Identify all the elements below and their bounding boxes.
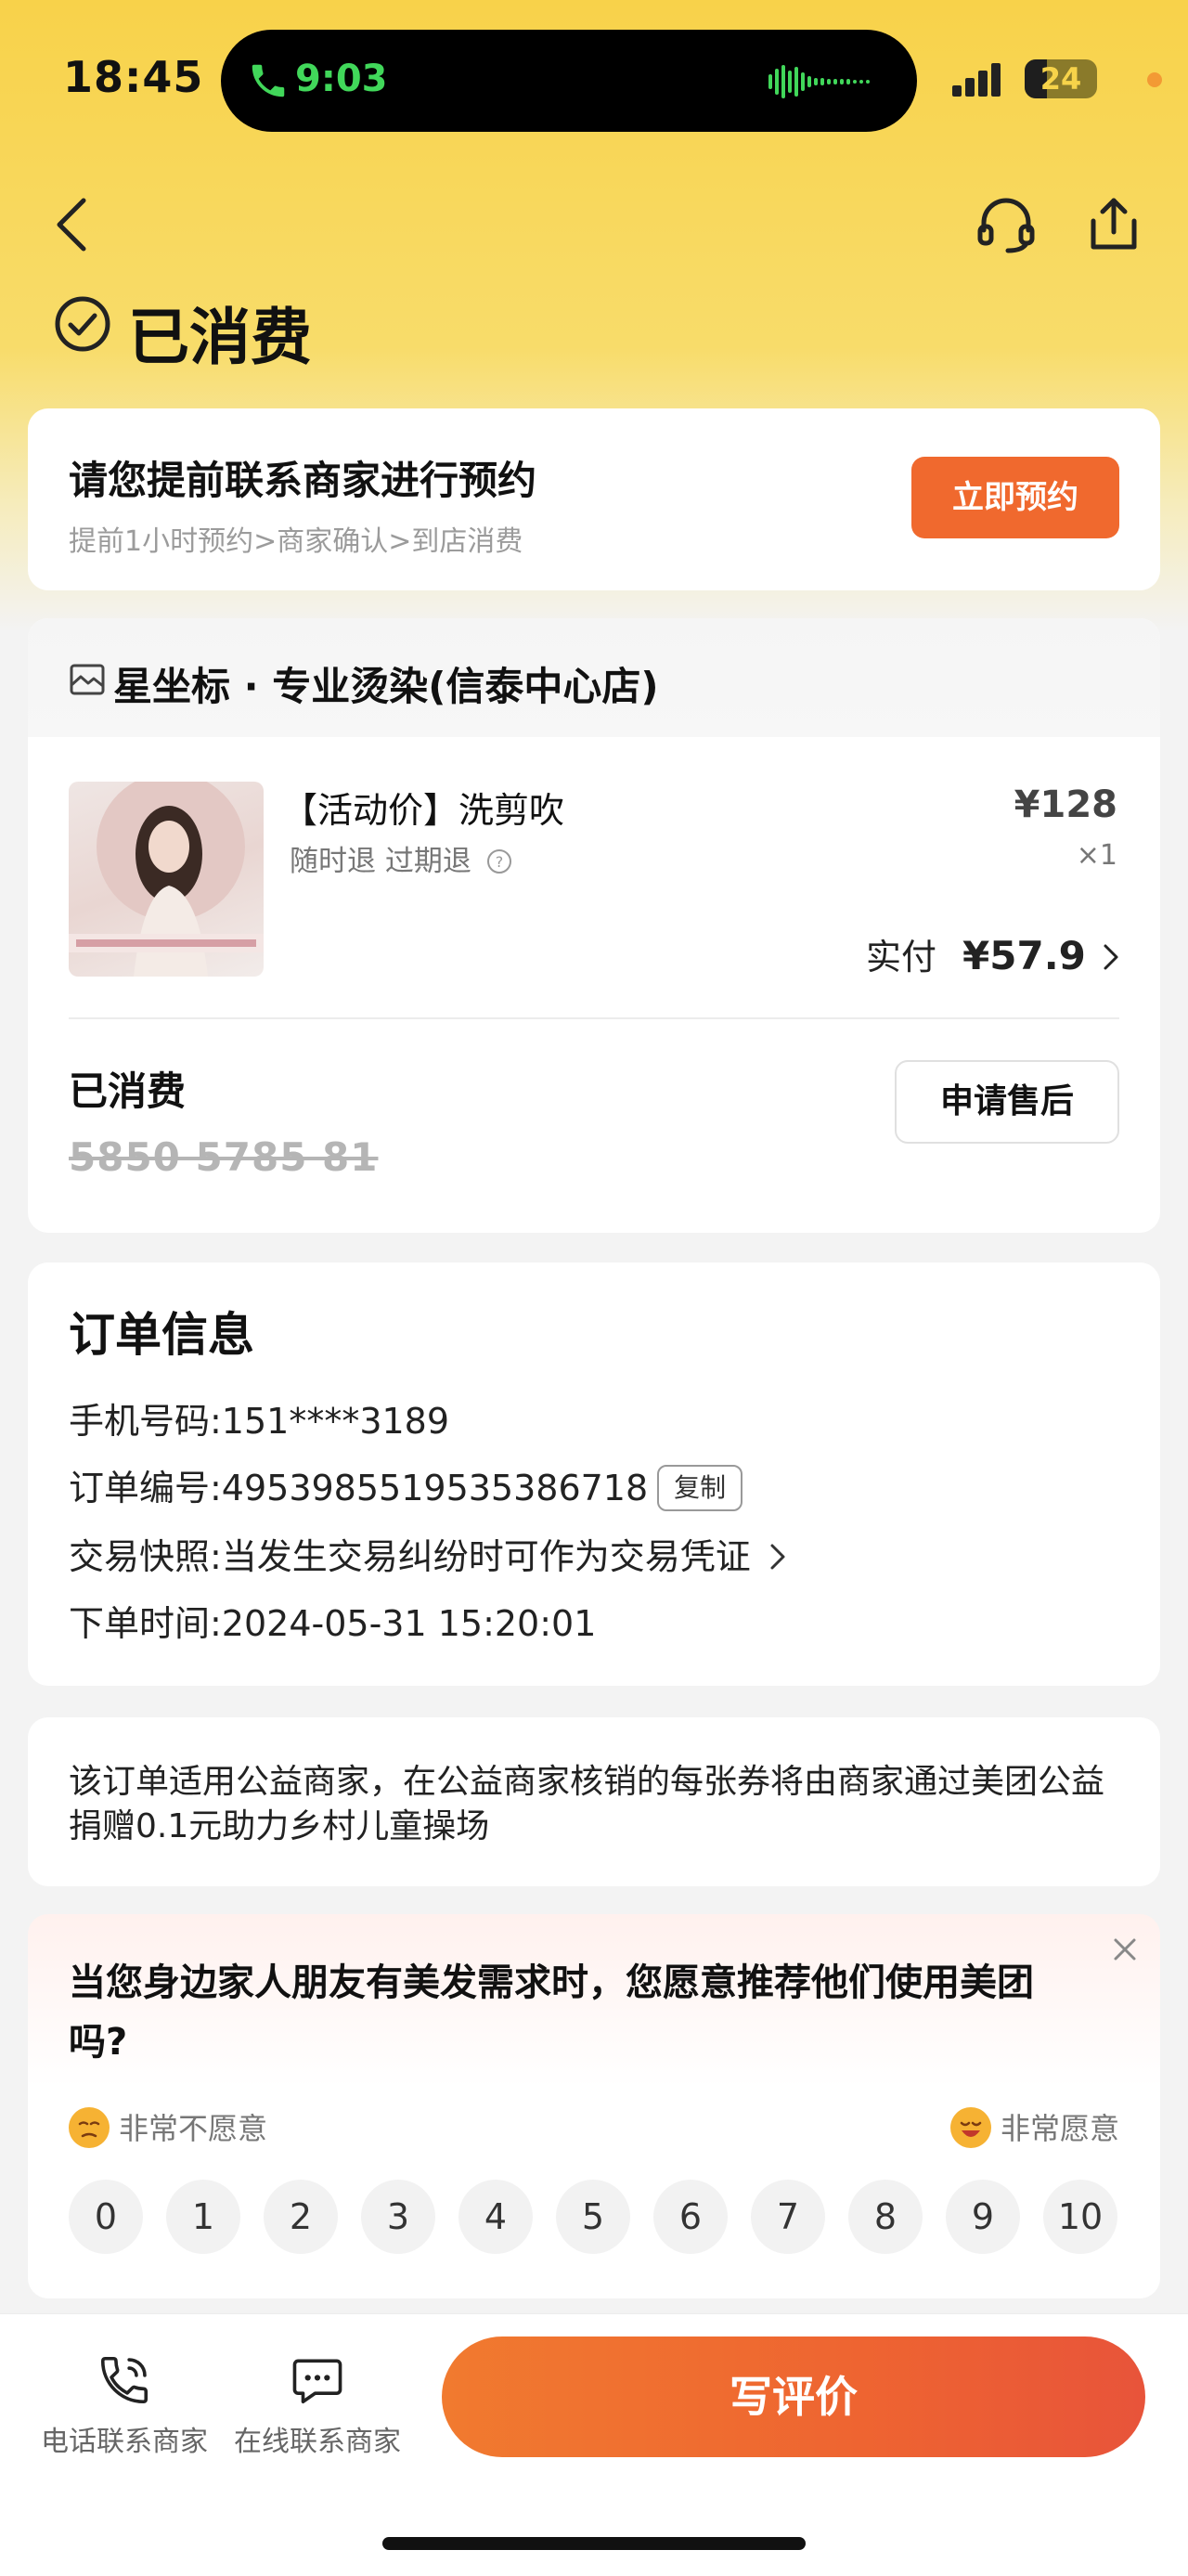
after-sale-button[interactable]: 申请售后	[895, 1060, 1119, 1144]
product-image[interactable]	[69, 782, 264, 977]
phone-icon	[100, 2356, 148, 2404]
bottom-action-bar: 电话联系商家 在线联系商家 写评价	[0, 2313, 1188, 2576]
phone-call-icon	[252, 64, 285, 97]
voucher-code: 5850 5785 81	[69, 1134, 379, 1180]
dynamic-island[interactable]: 9:03	[221, 30, 917, 132]
divider	[69, 1017, 1119, 1019]
headset-icon[interactable]	[976, 197, 1036, 254]
chevron-right-icon	[770, 1544, 785, 1570]
svg-text:?: ?	[495, 853, 503, 871]
product-card: 星坐标 · 专业烫染(信泰中心店) 【活动价】洗剪吹 随时退 过期退 ? ¥12…	[28, 618, 1160, 1233]
phone-contact-button[interactable]: 电话联系商家	[22, 2351, 226, 2459]
survey-high-label: 非常愿意	[949, 2105, 1119, 2148]
score-option[interactable]: 9	[946, 2180, 1020, 2254]
score-option[interactable]: 1	[166, 2180, 240, 2254]
shop-name[interactable]: 星坐标 · 专业烫染(信泰中心店)	[113, 655, 659, 712]
online-contact-button[interactable]: 在线联系商家	[215, 2351, 420, 2459]
battery-level: 24	[1040, 61, 1082, 97]
refund-tags: 随时退 过期退 ?	[290, 837, 512, 879]
back-icon[interactable]	[52, 195, 93, 254]
order-time: 下单时间:2024-05-31 15:20:01	[69, 1603, 597, 1644]
info-icon[interactable]: ?	[486, 848, 512, 874]
happy-emoji-icon	[949, 2107, 991, 2148]
paid-amount-row[interactable]: 实付 ¥57.9	[866, 928, 1119, 979]
charity-card: 该订单适用公益商家，在公益商家核销的每张券将由商家通过美团公益捐赠0.1元助力乡…	[28, 1717, 1160, 1886]
chevron-right-icon	[1104, 944, 1118, 970]
book-now-button[interactable]: 立即预约	[911, 457, 1119, 538]
score-option[interactable]: 8	[848, 2180, 923, 2254]
score-option[interactable]: 4	[458, 2180, 533, 2254]
status-time: 18:45	[63, 52, 204, 102]
product-quantity: ×1	[1076, 839, 1117, 872]
online-contact-label: 在线联系商家	[234, 2426, 401, 2458]
booking-card: 请您提前联系商家进行预约 提前1小时预约>商家确认>到店消费 立即预约	[28, 408, 1160, 590]
score-option[interactable]: 5	[556, 2180, 630, 2254]
model-portrait-image	[69, 782, 264, 977]
share-icon[interactable]	[1088, 195, 1140, 252]
phone-contact-label: 电话联系商家	[41, 2426, 208, 2458]
call-duration: 9:03	[295, 58, 388, 100]
product-name[interactable]: 【活动价】洗剪吹	[282, 782, 564, 833]
order-info-card: 订单信息 手机号码:151****3189 订单编号:4953985519535…	[28, 1262, 1160, 1686]
score-option[interactable]: 10	[1043, 2180, 1117, 2254]
survey-question: 当您身边家人朋友有美发需求时，您愿意推荐他们使用美团吗?	[69, 1961, 1034, 2064]
score-option[interactable]: 3	[361, 2180, 435, 2254]
check-circle-icon	[55, 296, 110, 352]
charity-text: 该订单适用公益商家，在公益商家核销的每张券将由商家通过美团公益捐赠0.1元助力乡…	[69, 1763, 1105, 1845]
score-option[interactable]: 6	[653, 2180, 728, 2254]
shop-icon	[70, 664, 105, 695]
score-options: 0 1 2 3 4 5 6 7 8 9 10	[69, 2180, 1117, 2254]
paid-label: 实付	[865, 937, 936, 977]
battery-icon: 24	[1025, 59, 1097, 98]
survey-low-text: 非常不愿意	[119, 2111, 268, 2146]
audio-wave-icon	[768, 65, 870, 98]
score-option[interactable]: 0	[69, 2180, 143, 2254]
score-option[interactable]: 7	[751, 2180, 825, 2254]
order-number: 订单编号:4953985519535386718	[69, 1468, 649, 1508]
chat-bubble-icon	[292, 2359, 342, 2404]
signal-icon	[952, 63, 1001, 97]
paid-amount: ¥57.9	[962, 933, 1086, 978]
booking-title: 请您提前联系商家进行预约	[69, 458, 537, 503]
page-title: 已消费	[128, 302, 312, 373]
product-price: ¥128	[1014, 783, 1117, 826]
score-option[interactable]: 2	[264, 2180, 338, 2254]
survey-card: 当您身边家人朋友有美发需求时，您愿意推荐他们使用美团吗? 非常不愿意 非常愿意 …	[28, 1914, 1160, 2298]
order-snapshot-row[interactable]: 交易快照:当发生交易纠纷时可作为交易凭证	[69, 1528, 786, 1579]
unhappy-emoji-icon	[69, 2107, 110, 2148]
refund-tags-text: 随时退 过期退	[290, 845, 471, 878]
order-phone: 手机号码:151****3189	[69, 1401, 450, 1442]
order-snapshot: 交易快照:当发生交易纠纷时可作为交易凭证	[69, 1536, 751, 1577]
booking-steps: 提前1小时预约>商家确认>到店消费	[69, 525, 523, 558]
survey-low-label: 非常不愿意	[69, 2105, 267, 2148]
survey-high-text: 非常愿意	[1000, 2111, 1119, 2146]
voucher-status: 已消费	[69, 1068, 187, 1114]
write-review-button[interactable]: 写评价	[442, 2337, 1145, 2457]
order-info-heading: 订单信息	[69, 1308, 254, 1362]
order-number-row: 订单编号:4953985519535386718 复制	[69, 1459, 743, 1511]
copy-button[interactable]: 复制	[657, 1465, 743, 1511]
close-icon[interactable]	[1106, 1931, 1143, 1968]
home-indicator[interactable]	[382, 2537, 806, 2550]
recording-dot	[1147, 72, 1162, 87]
